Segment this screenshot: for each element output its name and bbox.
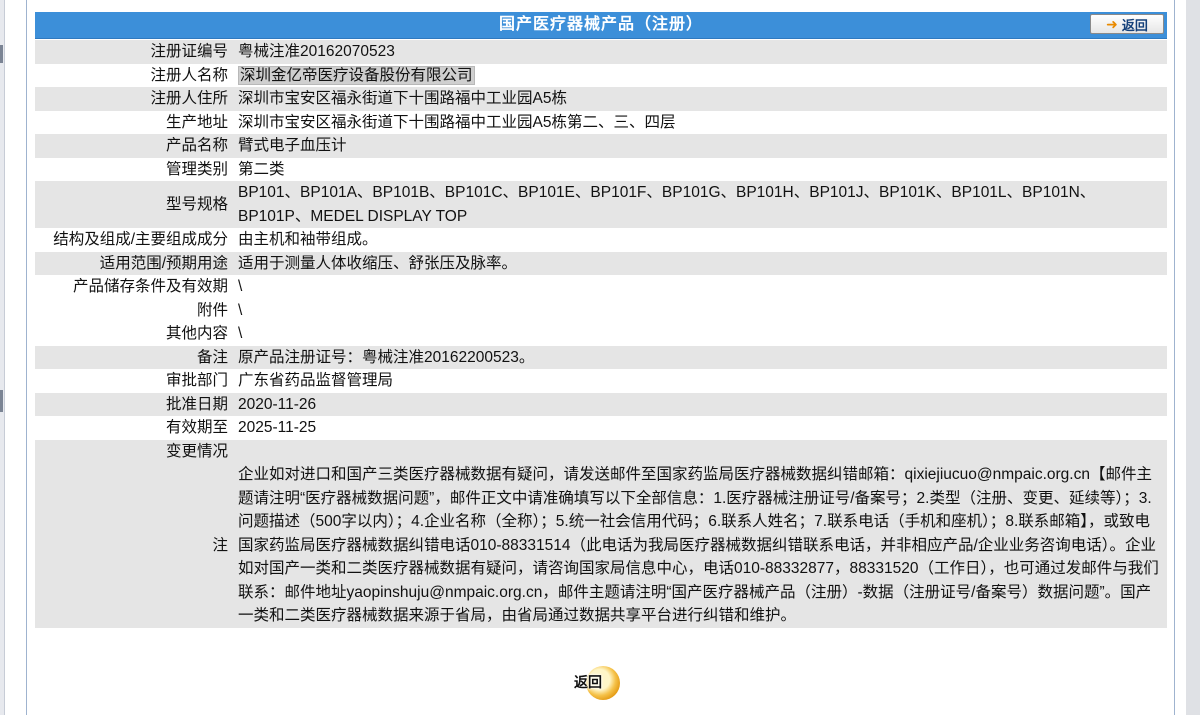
table-row: 产品名称 臂式电子血压计 (35, 134, 1167, 158)
table-row: 附件 \ (35, 298, 1167, 322)
edge-mark (0, 45, 3, 63)
field-value (232, 439, 1167, 463)
table-row: 备注 原产品注册证号：粤械注准20162200523。 (35, 345, 1167, 369)
field-value: 粤械注准20162070523 (232, 40, 1167, 64)
back-button-bottom-label: 返回 (574, 674, 602, 690)
table-row: 审批部门 广东省药品监督管理局 (35, 369, 1167, 393)
field-value: 适用于测量人体收缩压、舒张压及脉率。 (232, 251, 1167, 275)
note-text: 企业如对进口和国产三类医疗器械数据有疑问，请发送邮件至国家药监局医疗器械数据纠错… (232, 463, 1167, 628)
arrow-right-icon: ➜ (1106, 16, 1118, 32)
table-row: 结构及组成/主要组成成分 由主机和袖带组成。 (35, 228, 1167, 252)
field-value: 深圳金亿帝医疗设备股份有限公司 (232, 63, 1167, 87)
page-title: 国产医疗器械产品（注册） (498, 16, 703, 33)
table-row: 其他内容 \ (35, 322, 1167, 346)
field-label: 审批部门 (35, 369, 232, 393)
field-label: 生产地址 (35, 110, 232, 134)
field-label: 注册证编号 (35, 40, 232, 64)
field-label: 结构及组成/主要组成成分 (35, 228, 232, 252)
field-label: 注册人名称 (35, 63, 232, 87)
field-label: 备注 (35, 345, 232, 369)
table-row: 注册证编号 粤械注准20162070523 (35, 40, 1167, 64)
field-label: 产品储存条件及有效期 (35, 275, 232, 299)
field-value: 广东省药品监督管理局 (232, 369, 1167, 393)
field-value: 原产品注册证号：粤械注准20162200523。 (232, 345, 1167, 369)
note-label: 注 (35, 463, 232, 628)
window-right-edge (1186, 0, 1200, 715)
field-label: 适用范围/预期用途 (35, 251, 232, 275)
table-row: 生产地址 深圳市宝安区福永街道下十围路福中工业园A5栋第二、三、四层 (35, 110, 1167, 134)
field-value: 2025-11-25 (232, 416, 1167, 440)
field-value: 2020-11-26 (232, 392, 1167, 416)
table-row: 注 企业如对进口和国产三类医疗器械数据有疑问，请发送邮件至国家药监局医疗器械数据… (35, 463, 1167, 628)
page-header: 国产医疗器械产品（注册） ➜ 返回 (35, 12, 1167, 39)
field-value: 臂式电子血压计 (232, 134, 1167, 158)
field-value: 深圳市宝安区福永街道下十围路福中工业园A5栋 (232, 87, 1167, 111)
field-label: 批准日期 (35, 392, 232, 416)
field-label: 其他内容 (35, 322, 232, 346)
table-row: 产品储存条件及有效期 \ (35, 275, 1167, 299)
table-row: 变更情况 (35, 439, 1167, 463)
field-label: 型号规格 (35, 181, 232, 228)
field-label: 附件 (35, 298, 232, 322)
detail-panel: 国产医疗器械产品（注册） ➜ 返回 注册证编号 粤械注准20162070523 … (26, 0, 1175, 715)
back-button-top[interactable]: ➜ 返回 (1090, 14, 1164, 34)
field-value: \ (232, 298, 1167, 322)
table-row: 有效期至 2025-11-25 (35, 416, 1167, 440)
field-value: \ (232, 275, 1167, 299)
field-label: 有效期至 (35, 416, 232, 440)
field-value: 深圳市宝安区福永街道下十围路福中工业园A5栋第二、三、四层 (232, 110, 1167, 134)
table-row: 注册人住所 深圳市宝安区福永街道下十围路福中工业园A5栋 (35, 87, 1167, 111)
field-label: 管理类别 (35, 157, 232, 181)
field-value: BP101、BP101A、BP101B、BP101C、BP101E、BP101F… (232, 181, 1167, 228)
registrant-name-highlight: 深圳金亿帝医疗设备股份有限公司 (238, 65, 475, 85)
back-button-label: 返回 (1121, 17, 1148, 33)
table-row: 型号规格 BP101、BP101A、BP101B、BP101C、BP101E、B… (35, 181, 1167, 228)
table-row: 管理类别 第二类 (35, 157, 1167, 181)
table-row: 批准日期 2020-11-26 (35, 392, 1167, 416)
field-value: 由主机和袖带组成。 (232, 228, 1167, 252)
back-button-bottom[interactable]: 返回 (570, 664, 628, 702)
field-value: \ (232, 322, 1167, 346)
info-table: 注册证编号 粤械注准20162070523 注册人名称 深圳金亿帝医疗设备股份有… (35, 40, 1167, 628)
field-label: 产品名称 (35, 134, 232, 158)
field-value: 第二类 (232, 157, 1167, 181)
table-row: 注册人名称 深圳金亿帝医疗设备股份有限公司 (35, 63, 1167, 87)
field-label: 注册人住所 (35, 87, 232, 111)
window-left-edge (0, 0, 5, 715)
edge-mark (0, 390, 3, 412)
field-label: 变更情况 (35, 439, 232, 463)
table-row: 适用范围/预期用途 适用于测量人体收缩压、舒张压及脉率。 (35, 251, 1167, 275)
